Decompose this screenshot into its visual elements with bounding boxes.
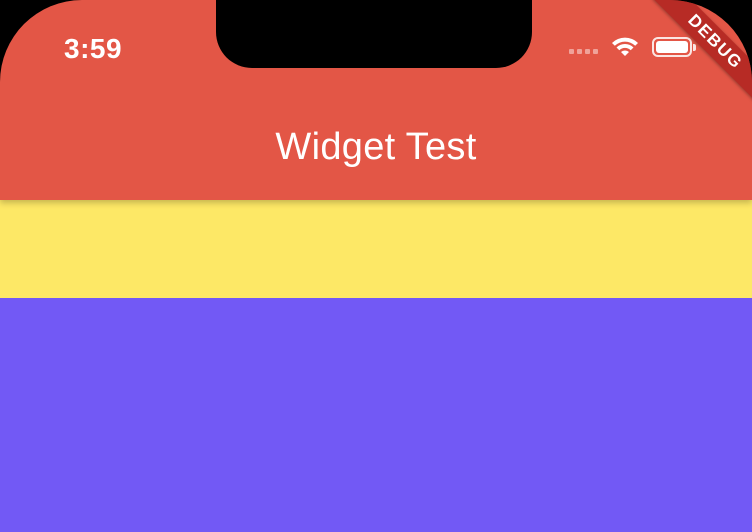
battery-icon [652,37,696,57]
purple-container [0,298,752,532]
yellow-container [0,200,752,298]
status-icons [569,36,696,58]
status-time: 3:59 [64,33,123,64]
device-notch [216,0,532,68]
battery-level [656,41,688,53]
phone-screen: 3:59 Widget Test DEBUG [0,0,752,532]
wifi-icon [610,36,640,58]
cellular-signal-icon [569,40,598,54]
app-bar: 3:59 Widget Test [0,0,752,200]
page-title: Widget Test [275,126,477,168]
